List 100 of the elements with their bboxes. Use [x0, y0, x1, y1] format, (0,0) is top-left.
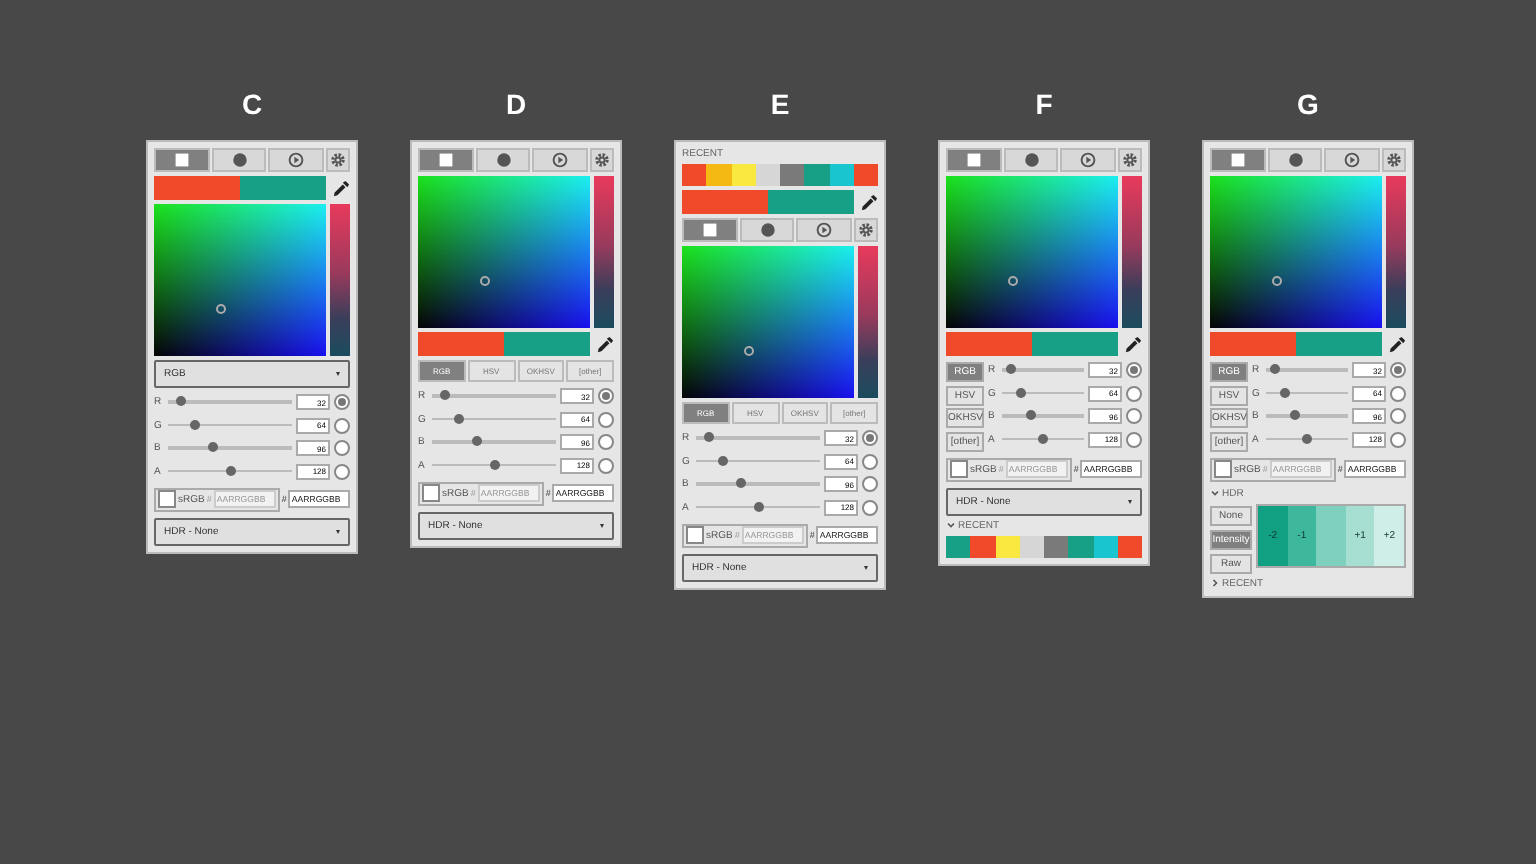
recent-swatch[interactable]: [1019, 535, 1044, 557]
square-icon: [173, 152, 190, 168]
settings-icon: [330, 152, 347, 168]
square-tab[interactable]: [154, 148, 210, 172]
square-tab[interactable]: [418, 148, 474, 172]
square-icon: [1229, 152, 1246, 168]
settings-button[interactable]: [590, 148, 615, 172]
play-circle-tab[interactable]: [1060, 148, 1117, 172]
recent-swatch[interactable]: [853, 164, 878, 186]
circle-icon: [1287, 152, 1303, 168]
panel-label: F: [1035, 88, 1053, 122]
recent-swatch[interactable]: [1093, 535, 1118, 557]
eyedropper-icon[interactable]: [332, 179, 350, 197]
play-circle-icon: [552, 152, 569, 168]
srgb-checkbox[interactable]: [950, 460, 968, 478]
channel-radio[interactable]: [334, 417, 350, 433]
recent-swatch[interactable]: [946, 535, 971, 557]
channel-radio[interactable]: [334, 394, 350, 410]
square-tab[interactable]: [682, 218, 738, 242]
settings-button[interactable]: [1382, 148, 1407, 172]
play-circle-tab[interactable]: [1324, 148, 1381, 172]
srgb-checkbox[interactable]: [1214, 460, 1232, 478]
srgb-checkbox[interactable]: [422, 484, 440, 502]
color-field[interactable]: [682, 246, 854, 398]
panel-label: D: [505, 88, 527, 122]
chevron-icon[interactable]: [1210, 578, 1220, 588]
eyedropper-icon[interactable]: [1124, 335, 1142, 353]
eyedropper-icon[interactable]: [1388, 335, 1406, 353]
recent-swatch[interactable]: [706, 164, 731, 186]
recent-swatch[interactable]: [755, 164, 780, 186]
hdr-step-swatch[interactable]: [1316, 505, 1346, 565]
channel-radio[interactable]: [862, 499, 878, 515]
chevron-icon[interactable]: [946, 520, 956, 530]
eyedropper-icon[interactable]: [860, 193, 878, 211]
circle-tab[interactable]: [739, 218, 795, 242]
color-field[interactable]: [946, 176, 1118, 328]
square-icon: [437, 152, 454, 168]
channel-radio[interactable]: [1126, 408, 1142, 424]
channel-radio[interactable]: [1390, 408, 1406, 424]
channel-radio[interactable]: [1390, 362, 1406, 378]
play-circle-tab[interactable]: [268, 148, 325, 172]
settings-icon: [858, 222, 875, 238]
chevron-icon[interactable]: [1210, 488, 1220, 498]
recent-swatch[interactable]: [682, 164, 707, 186]
recent-swatch[interactable]: [780, 164, 805, 186]
square-icon: [701, 222, 718, 238]
channel-radio[interactable]: [598, 457, 614, 473]
panel-label: E: [770, 88, 790, 122]
channel-radio[interactable]: [334, 463, 350, 479]
settings-button[interactable]: [326, 148, 351, 172]
recent-swatch[interactable]: [804, 164, 829, 186]
play-circle-tab[interactable]: [796, 218, 853, 242]
channel-radio[interactable]: [598, 434, 614, 450]
recent-swatch[interactable]: [970, 535, 995, 557]
color-field[interactable]: [1210, 176, 1382, 328]
play-circle-icon: [288, 152, 305, 168]
play-circle-icon: [1080, 152, 1097, 168]
color-field[interactable]: [154, 204, 326, 356]
recent-swatch[interactable]: [1117, 535, 1142, 557]
play-circle-icon: [816, 222, 833, 238]
circle-tab[interactable]: [211, 148, 267, 172]
settings-icon: [594, 152, 611, 168]
recent-swatch[interactable]: [731, 164, 756, 186]
recent-swatch[interactable]: [829, 164, 854, 186]
color-field[interactable]: [418, 176, 590, 328]
square-tab[interactable]: [1210, 148, 1266, 172]
channel-radio[interactable]: [1126, 385, 1142, 401]
channel-radio[interactable]: [862, 453, 878, 469]
recent-swatch[interactable]: [995, 535, 1020, 557]
panel-label: G: [1297, 88, 1319, 122]
eyedropper-icon[interactable]: [596, 335, 614, 353]
panel-label: C: [241, 88, 263, 122]
play-circle-icon: [1344, 152, 1361, 168]
circle-icon: [495, 152, 511, 168]
circle-icon: [231, 152, 247, 168]
channel-radio[interactable]: [598, 411, 614, 427]
srgb-checkbox[interactable]: [686, 526, 704, 544]
channel-radio[interactable]: [334, 440, 350, 456]
play-circle-tab[interactable]: [532, 148, 589, 172]
settings-icon: [1386, 152, 1403, 168]
circle-tab[interactable]: [1003, 148, 1059, 172]
circle-icon: [759, 222, 775, 238]
channel-radio[interactable]: [1126, 362, 1142, 378]
circle-tab[interactable]: [475, 148, 531, 172]
channel-radio[interactable]: [862, 476, 878, 492]
srgb-checkbox[interactable]: [158, 490, 176, 508]
channel-radio[interactable]: [862, 430, 878, 446]
settings-button[interactable]: [1118, 148, 1143, 172]
channel-radio[interactable]: [598, 388, 614, 404]
square-icon: [965, 152, 982, 168]
recent-swatch[interactable]: [1068, 535, 1093, 557]
square-tab[interactable]: [946, 148, 1002, 172]
circle-tab[interactable]: [1267, 148, 1323, 172]
settings-icon: [1122, 152, 1139, 168]
settings-button[interactable]: [854, 218, 879, 242]
recent-swatch[interactable]: [1044, 535, 1069, 557]
channel-radio[interactable]: [1390, 385, 1406, 401]
channel-radio[interactable]: [1126, 431, 1142, 447]
circle-icon: [1023, 152, 1039, 168]
channel-radio[interactable]: [1390, 431, 1406, 447]
